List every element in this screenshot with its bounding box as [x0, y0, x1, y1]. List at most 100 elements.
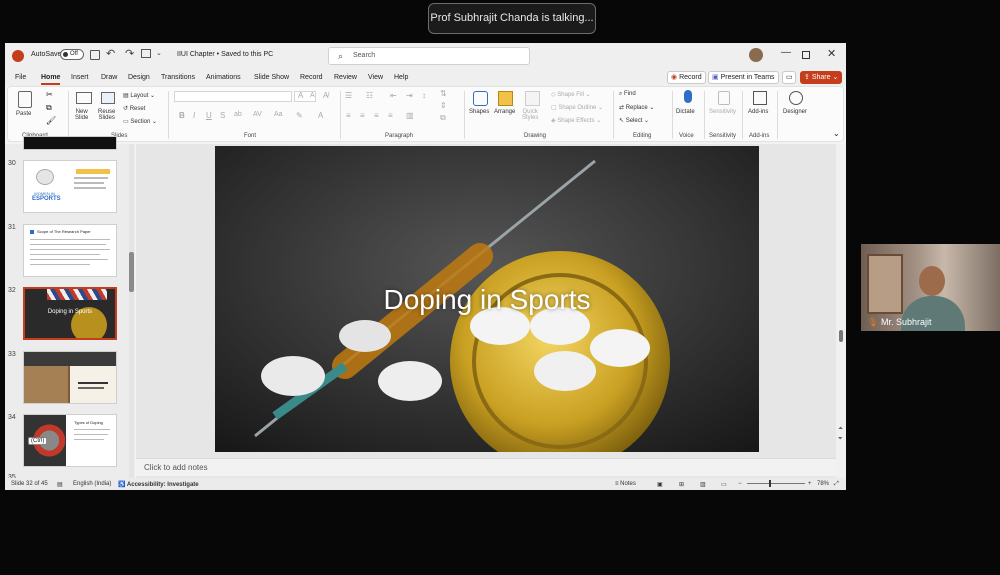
- strikethrough-icon[interactable]: S: [220, 111, 225, 120]
- slide-panel-scrollbar[interactable]: [129, 144, 134, 478]
- undo-icon[interactable]: ↶: [106, 47, 115, 60]
- tab-slide-show[interactable]: Slide Show: [254, 74, 289, 81]
- highlight-icon[interactable]: ✎: [296, 111, 303, 120]
- customize-qat-icon[interactable]: ⌄: [156, 49, 162, 57]
- format-painter-icon[interactable]: 🖌: [46, 116, 56, 125]
- present-in-teams-button[interactable]: ▣ Present in Teams: [708, 71, 779, 84]
- zoom-slider[interactable]: [747, 480, 805, 487]
- font-color-icon[interactable]: A: [318, 111, 323, 120]
- language-status[interactable]: English (India): [73, 481, 111, 487]
- normal-view-icon[interactable]: ▣: [657, 481, 663, 488]
- reuse-slides-icon[interactable]: [101, 92, 115, 104]
- char-spacing-icon[interactable]: ab: [234, 111, 242, 118]
- select-button[interactable]: ↖ Select ⌄: [619, 117, 649, 124]
- reset-button[interactable]: ↺ Reset: [123, 105, 145, 112]
- find-button[interactable]: ⌕ Find: [619, 91, 636, 98]
- spacing-icon[interactable]: AV: [253, 111, 262, 118]
- reading-view-icon[interactable]: ▥: [700, 481, 706, 488]
- share-button[interactable]: ⇪ Share ⌄: [800, 71, 843, 84]
- addins-button[interactable]: Add-ins: [748, 109, 768, 115]
- cut-icon[interactable]: ✂: [46, 90, 53, 99]
- minimize-icon[interactable]: —: [781, 47, 791, 58]
- tab-design[interactable]: Design: [128, 74, 150, 81]
- tab-home[interactable]: Home: [41, 74, 61, 85]
- microphone-icon[interactable]: [684, 90, 692, 103]
- align-text-icon[interactable]: ⇕: [440, 101, 447, 110]
- smartart-icon[interactable]: ⧉: [440, 113, 446, 123]
- zoom-in-icon[interactable]: +: [808, 481, 812, 487]
- bullets-icon[interactable]: ☰: [345, 91, 352, 100]
- slide-show-icon[interactable]: ▭: [721, 481, 727, 488]
- autosave-toggle[interactable]: Off: [60, 49, 84, 60]
- fit-to-window-icon[interactable]: ⤢: [834, 481, 839, 488]
- designer-icon[interactable]: [789, 91, 803, 105]
- layout-button[interactable]: ▤ Layout ⌄: [123, 92, 155, 99]
- arrange-button[interactable]: Arrange: [494, 109, 515, 115]
- spelling-icon[interactable]: ▤: [57, 481, 63, 488]
- paste-options-badge[interactable]: (Ctrl): [28, 437, 48, 445]
- text-direction-icon[interactable]: ⇅: [440, 89, 447, 98]
- paste-icon[interactable]: [18, 91, 32, 108]
- tab-draw[interactable]: Draw: [101, 74, 117, 81]
- paste-button[interactable]: Paste: [16, 111, 31, 117]
- slide-thumbnail-31[interactable]: Scope of The Research Paper: [23, 224, 117, 277]
- line-spacing-icon[interactable]: ↕: [422, 91, 426, 100]
- document-title[interactable]: IIUI Chapter • Saved to this PC: [177, 51, 273, 58]
- close-icon[interactable]: ✕: [827, 47, 836, 60]
- clear-format-icon[interactable]: A̸: [323, 91, 328, 100]
- save-icon[interactable]: [90, 50, 100, 60]
- align-right-icon[interactable]: ≡: [374, 111, 379, 120]
- new-slide-icon[interactable]: [76, 92, 92, 104]
- maximize-icon[interactable]: [802, 51, 810, 59]
- slide-sorter-icon[interactable]: ⊞: [679, 481, 684, 488]
- decrease-font-icon[interactable]: A: [310, 92, 315, 99]
- new-slide-button[interactable]: New Slide: [75, 109, 88, 121]
- quick-styles-icon[interactable]: [525, 91, 540, 106]
- tab-view[interactable]: View: [368, 74, 383, 81]
- slide-thumbnail-34[interactable]: Types of Doping (Ctrl): [23, 414, 117, 467]
- increase-font-icon[interactable]: A: [298, 91, 303, 100]
- notes-button[interactable]: ≡ Notes: [615, 481, 636, 487]
- dictate-button[interactable]: Dictate: [676, 109, 695, 115]
- shape-outline-button[interactable]: ▢ Shape Outline ⌄: [551, 104, 603, 111]
- shapes-icon[interactable]: [473, 91, 488, 106]
- comments-icon[interactable]: ▭: [782, 71, 796, 84]
- avatar[interactable]: [749, 48, 763, 62]
- increase-indent-icon[interactable]: ⇥: [406, 91, 413, 100]
- copy-icon[interactable]: ⧉: [46, 103, 52, 113]
- slide-thumbnail-32[interactable]: Doping in Sports: [23, 287, 117, 340]
- decrease-indent-icon[interactable]: ⇤: [390, 91, 397, 100]
- tab-insert[interactable]: Insert: [71, 74, 89, 81]
- italic-icon[interactable]: I: [193, 111, 195, 120]
- tab-review[interactable]: Review: [334, 74, 357, 81]
- align-left-icon[interactable]: ≡: [346, 111, 351, 120]
- section-button[interactable]: ▭ Section ⌄: [123, 118, 157, 125]
- shape-fill-button[interactable]: ◇ Shape Fill ⌄: [551, 91, 591, 98]
- tab-file[interactable]: File: [15, 74, 26, 81]
- numbering-icon[interactable]: ☷: [366, 91, 373, 100]
- accessibility-status[interactable]: ♿ Accessibility: Investigate: [118, 481, 199, 488]
- slide-thumbnail-30[interactable]: WOMEN IN ESPORTS: [23, 160, 117, 213]
- reuse-slides-button[interactable]: Reuse Slides: [98, 109, 115, 121]
- zoom-out-icon[interactable]: −: [738, 481, 742, 487]
- justify-icon[interactable]: ≡: [388, 111, 393, 120]
- change-case-icon[interactable]: Aa: [274, 111, 283, 118]
- quick-styles-button[interactable]: Quick Styles: [522, 109, 538, 121]
- shape-effects-button[interactable]: ◈ Shape Effects ⌄: [551, 117, 601, 124]
- record-button[interactable]: ◉ Record: [667, 71, 706, 84]
- sensitivity-button[interactable]: Sensitivity: [709, 109, 736, 115]
- arrange-icon[interactable]: [498, 91, 513, 106]
- redo-icon[interactable]: ↷: [125, 47, 134, 60]
- shapes-button[interactable]: Shapes: [469, 109, 489, 115]
- designer-button[interactable]: Designer: [783, 109, 807, 115]
- bold-icon[interactable]: B: [179, 111, 185, 120]
- sensitivity-icon[interactable]: [718, 91, 730, 105]
- tab-animations[interactable]: Animations: [206, 74, 241, 81]
- font-family-dropdown[interactable]: [174, 91, 292, 102]
- search-input[interactable]: ⌕ Search: [328, 47, 530, 65]
- replace-button[interactable]: ⇄ Replace ⌄: [619, 104, 654, 111]
- slide-vertical-scrollbar[interactable]: ⏶ ⏷: [836, 144, 846, 478]
- tab-record[interactable]: Record: [300, 74, 323, 81]
- columns-icon[interactable]: ▥: [406, 111, 414, 120]
- addins-icon[interactable]: [753, 91, 767, 105]
